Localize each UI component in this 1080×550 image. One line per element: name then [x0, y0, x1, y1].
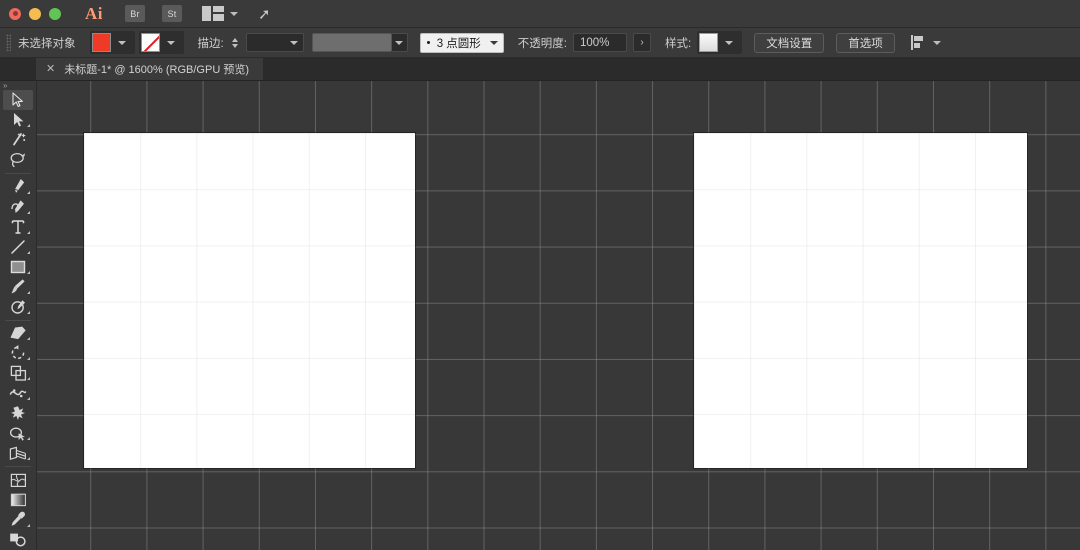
direct-selection-tool[interactable]	[3, 110, 33, 130]
tool-flyout-indicator-icon	[27, 190, 30, 194]
opacity-expand-button[interactable]: ›	[633, 33, 651, 52]
brush-definition-label: 3 点圆形	[436, 37, 481, 50]
arrange-documents-button[interactable]	[202, 6, 238, 21]
line-segment-tool[interactable]	[3, 237, 33, 257]
document-setup-button[interactable]: 文档设置	[754, 32, 825, 53]
width-profile-caret[interactable]	[391, 33, 408, 52]
graphic-style-control[interactable]	[697, 31, 743, 54]
title-bar: Ai Br St ➚	[0, 0, 1080, 28]
tool-flyout-indicator-icon	[27, 290, 30, 294]
window-controls	[0, 7, 61, 20]
scale-tool[interactable]	[3, 363, 33, 383]
stroke-label: 描边:	[197, 37, 224, 50]
shape-builder-tool[interactable]	[3, 423, 33, 443]
rectangle-tool[interactable]	[3, 257, 33, 277]
chevron-down-icon[interactable]	[725, 40, 734, 45]
chevron-down-icon	[395, 40, 404, 45]
control-bar: 未选择对象 描边: 3 点圆形 不透明度: 100% › 样式: 文档设置 首选…	[0, 28, 1080, 58]
tool-flyout-indicator-icon	[27, 270, 30, 274]
tool-flyout-indicator-icon	[27, 337, 30, 341]
canvas-area[interactable]	[37, 81, 1080, 550]
tool-flyout-indicator-icon	[27, 123, 30, 127]
control-bar-grip[interactable]	[6, 34, 11, 51]
chevron-down-icon[interactable]	[932, 40, 941, 45]
eyedropper-tool[interactable]	[3, 510, 33, 530]
chevron-down-icon[interactable]	[289, 40, 298, 45]
tools-divider	[5, 319, 31, 321]
lasso-tool[interactable]	[3, 150, 33, 170]
blend-tool[interactable]	[3, 530, 33, 550]
rocket-icon[interactable]: ➚	[258, 4, 271, 22]
pen-tool[interactable]	[3, 177, 33, 197]
selection-status: 未选择对象	[18, 37, 76, 50]
close-icon[interactable]: ✕	[46, 63, 55, 75]
brush-definition-dropdown[interactable]: 3 点圆形	[419, 32, 504, 53]
tool-flyout-indicator-icon	[27, 230, 30, 234]
free-transform-tool[interactable]	[3, 403, 33, 423]
eraser-tool[interactable]	[3, 323, 33, 343]
tool-flyout-indicator-icon	[27, 523, 30, 527]
tools-divider	[5, 172, 31, 174]
brush-preview-icon	[426, 41, 430, 44]
work-area: »	[0, 81, 1080, 550]
chevron-down-icon[interactable]	[232, 43, 239, 48]
fill-control[interactable]	[89, 31, 135, 54]
style-label: 样式:	[665, 37, 692, 50]
tool-flyout-indicator-icon	[27, 437, 30, 441]
gradient-tool[interactable]	[3, 490, 33, 510]
fill-swatch[interactable]	[91, 33, 111, 52]
stroke-weight-stepper[interactable]	[231, 37, 240, 48]
artboard-2[interactable]	[694, 133, 1027, 468]
document-tab-bar: ✕ 未标题-1* @ 1600% (RGB/GPU 预览)	[0, 58, 1080, 81]
tool-flyout-indicator-icon	[27, 210, 30, 214]
chevron-down-icon	[489, 40, 498, 45]
stock-button[interactable]: St	[162, 5, 182, 22]
illustrator-window: Ai Br St ➚ 未选择对象 描边: 3 点圆形 不透明度: 100% › …	[0, 0, 1080, 550]
tool-flyout-indicator-icon	[27, 310, 30, 314]
document-tab-title: 未标题-1* @ 1600% (RGB/GPU 预览)	[64, 64, 249, 76]
magic-wand-tool[interactable]	[3, 130, 33, 150]
curvature-tool[interactable]	[3, 197, 33, 217]
minimize-button[interactable]	[29, 7, 41, 20]
chevron-up-icon[interactable]	[232, 37, 239, 42]
perspective-grid-tool[interactable]	[3, 443, 33, 463]
tool-flyout-indicator-icon	[27, 377, 30, 381]
preferences-button[interactable]: 首选项	[836, 32, 895, 53]
width-tool[interactable]	[3, 383, 33, 403]
tools-panel: »	[0, 81, 37, 550]
paintbrush-tool[interactable]	[3, 277, 33, 297]
tools-panel-collapse-handle[interactable]: »	[0, 81, 36, 90]
app-logo: Ai	[85, 4, 103, 23]
stroke-swatch[interactable]	[140, 33, 160, 52]
stroke-weight-input[interactable]	[245, 33, 304, 52]
shaper-pencil-tool[interactable]	[3, 297, 33, 317]
opacity-input[interactable]: 100%	[573, 33, 627, 52]
tools-divider	[5, 466, 31, 468]
tool-flyout-indicator-icon	[27, 250, 30, 254]
type-tool[interactable]	[3, 217, 33, 237]
bridge-button[interactable]: Br	[125, 5, 145, 22]
tool-flyout-indicator-icon	[27, 357, 30, 361]
mesh-tool[interactable]	[3, 470, 33, 490]
chevron-down-icon[interactable]	[166, 40, 175, 45]
document-tab[interactable]: ✕ 未标题-1* @ 1600% (RGB/GPU 预览)	[36, 58, 264, 80]
opacity-label: 不透明度:	[517, 37, 567, 50]
tool-flyout-indicator-icon	[27, 397, 30, 401]
graphic-style-swatch[interactable]	[699, 33, 719, 52]
close-button[interactable]	[9, 7, 21, 20]
arrange-documents-icon	[202, 6, 224, 21]
align-objects-icon[interactable]	[910, 35, 926, 50]
rotate-tool[interactable]	[3, 343, 33, 363]
artboard-1[interactable]	[84, 133, 415, 468]
selection-tool[interactable]	[3, 90, 33, 110]
width-profile-dropdown[interactable]	[311, 33, 392, 52]
tool-flyout-indicator-icon	[27, 457, 30, 461]
chevron-down-icon	[230, 11, 238, 16]
chevron-down-icon[interactable]	[117, 40, 126, 45]
stroke-control[interactable]	[138, 31, 184, 54]
maximize-button[interactable]	[49, 7, 61, 20]
